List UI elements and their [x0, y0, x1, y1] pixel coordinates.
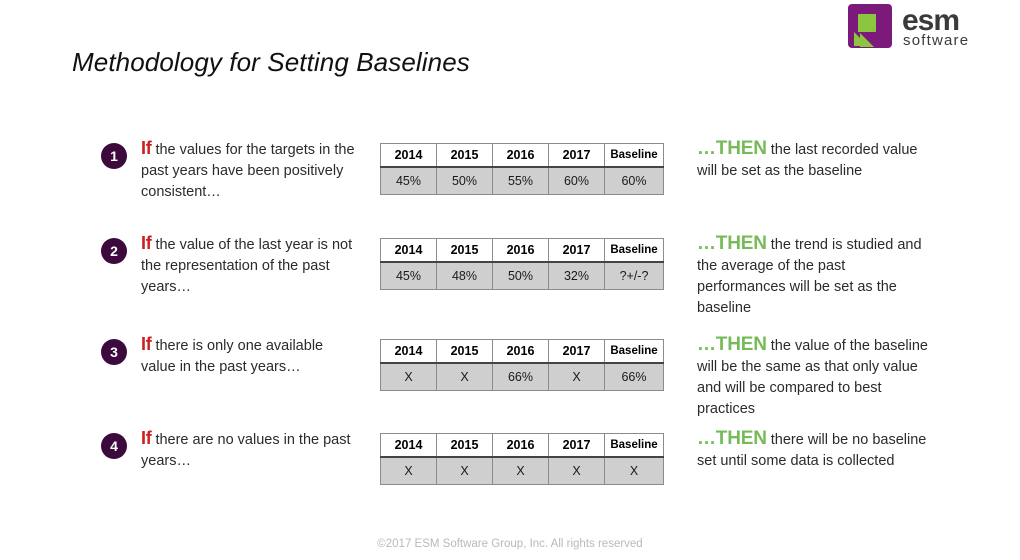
table-cell-2014: 45%	[380, 261, 437, 290]
table-header-row: 2014 2015 2016 2017 Baseline	[380, 339, 664, 364]
if-keyword: If	[141, 428, 152, 448]
column-header-2016: 2016	[492, 433, 549, 458]
table-cell-2017: X	[548, 362, 605, 391]
table-header-row: 2014 2015 2016 2017 Baseline	[380, 143, 664, 168]
then-result-text: …THEN there will be no baseline set unti…	[697, 428, 929, 472]
copyright-footer: ©2017 ESM Software Group, Inc. All right…	[377, 538, 643, 550]
column-header-baseline: Baseline	[604, 433, 664, 458]
table-cell-2017: 32%	[548, 261, 605, 290]
column-header-2014: 2014	[380, 433, 437, 458]
then-keyword: …THEN	[697, 334, 767, 355]
table-row: 45% 48% 50% 32% ?+/-?	[380, 261, 664, 290]
if-condition-body: the value of the last year is not the re…	[141, 237, 353, 295]
step-number-badge: 2	[101, 238, 127, 264]
table-row: 45% 50% 55% 60% 60%	[380, 166, 664, 195]
table-cell-2017: 60%	[548, 166, 605, 195]
if-condition-text: If there is only one available value in …	[141, 334, 359, 378]
then-result-text: …THEN the trend is studied and the avera…	[697, 233, 929, 319]
table-cell-2014: 45%	[380, 166, 437, 195]
if-condition-text: If the value of the last year is not the…	[141, 233, 359, 298]
esm-software-logo: esm software	[846, 2, 1014, 50]
table-cell-2016: 50%	[492, 261, 549, 290]
column-header-2015: 2015	[436, 339, 493, 364]
table-cell-baseline: 60%	[604, 166, 664, 195]
then-keyword: …THEN	[697, 138, 767, 159]
table-cell-baseline: 66%	[604, 362, 664, 391]
table-cell-2015: 48%	[436, 261, 493, 290]
table-cell-2016: 55%	[492, 166, 549, 195]
table-cell-2014: X	[380, 456, 437, 485]
step-number-badge: 4	[101, 433, 127, 459]
column-header-2017: 2017	[548, 339, 605, 364]
table-cell-2015: X	[436, 456, 493, 485]
column-header-2017: 2017	[548, 143, 605, 168]
table-header-row: 2014 2015 2016 2017 Baseline	[380, 238, 664, 263]
column-header-2016: 2016	[492, 238, 549, 263]
column-header-baseline: Baseline	[604, 238, 664, 263]
table-cell-2014: X	[380, 362, 437, 391]
column-header-2014: 2014	[380, 143, 437, 168]
table-cell-2017: X	[548, 456, 605, 485]
column-header-2016: 2016	[492, 143, 549, 168]
if-keyword: If	[141, 334, 152, 354]
svg-text:software: software	[903, 32, 969, 49]
step-number-badge: 3	[101, 339, 127, 365]
table-row: X X 66% X 66%	[380, 362, 664, 391]
column-header-2014: 2014	[380, 238, 437, 263]
table-cell-2016: 66%	[492, 362, 549, 391]
baseline-table: 2014 2015 2016 2017 Baseline X X 66% X 6…	[380, 339, 664, 391]
step-number-badge: 1	[101, 143, 127, 169]
esm-arrow-mark	[848, 4, 892, 48]
if-keyword: If	[141, 138, 152, 158]
if-condition-body: the values for the targets in the past y…	[141, 142, 355, 200]
then-keyword: …THEN	[697, 428, 767, 449]
column-header-2017: 2017	[548, 238, 605, 263]
column-header-2015: 2015	[436, 143, 493, 168]
column-header-2015: 2015	[436, 238, 493, 263]
then-result-text: …THEN the last recorded value will be se…	[697, 138, 929, 182]
table-header-row: 2014 2015 2016 2017 Baseline	[380, 433, 664, 458]
if-condition-text: If there are no values in the past years…	[141, 428, 359, 472]
column-header-2017: 2017	[548, 433, 605, 458]
column-header-baseline: Baseline	[604, 143, 664, 168]
then-result-text: …THEN the value of the baseline will be …	[697, 334, 929, 420]
table-cell-2015: X	[436, 362, 493, 391]
column-header-2016: 2016	[492, 339, 549, 364]
baseline-table: 2014 2015 2016 2017 Baseline X X X X X	[380, 433, 664, 485]
if-condition-body: there is only one available value in the…	[141, 338, 324, 375]
then-keyword: …THEN	[697, 233, 767, 254]
if-condition-body: there are no values in the past years…	[141, 432, 351, 469]
if-condition-text: If the values for the targets in the pas…	[141, 138, 359, 203]
table-row: X X X X X	[380, 456, 664, 485]
page-title: Methodology for Setting Baselines	[72, 47, 470, 77]
table-cell-2015: 50%	[436, 166, 493, 195]
table-cell-2016: X	[492, 456, 549, 485]
column-header-2015: 2015	[436, 433, 493, 458]
table-cell-baseline: X	[604, 456, 664, 485]
if-keyword: If	[141, 233, 152, 253]
column-header-baseline: Baseline	[604, 339, 664, 364]
baseline-table: 2014 2015 2016 2017 Baseline 45% 50% 55%…	[380, 143, 664, 195]
baseline-table: 2014 2015 2016 2017 Baseline 45% 48% 50%…	[380, 238, 664, 290]
table-cell-baseline: ?+/-?	[604, 261, 664, 290]
column-header-2014: 2014	[380, 339, 437, 364]
